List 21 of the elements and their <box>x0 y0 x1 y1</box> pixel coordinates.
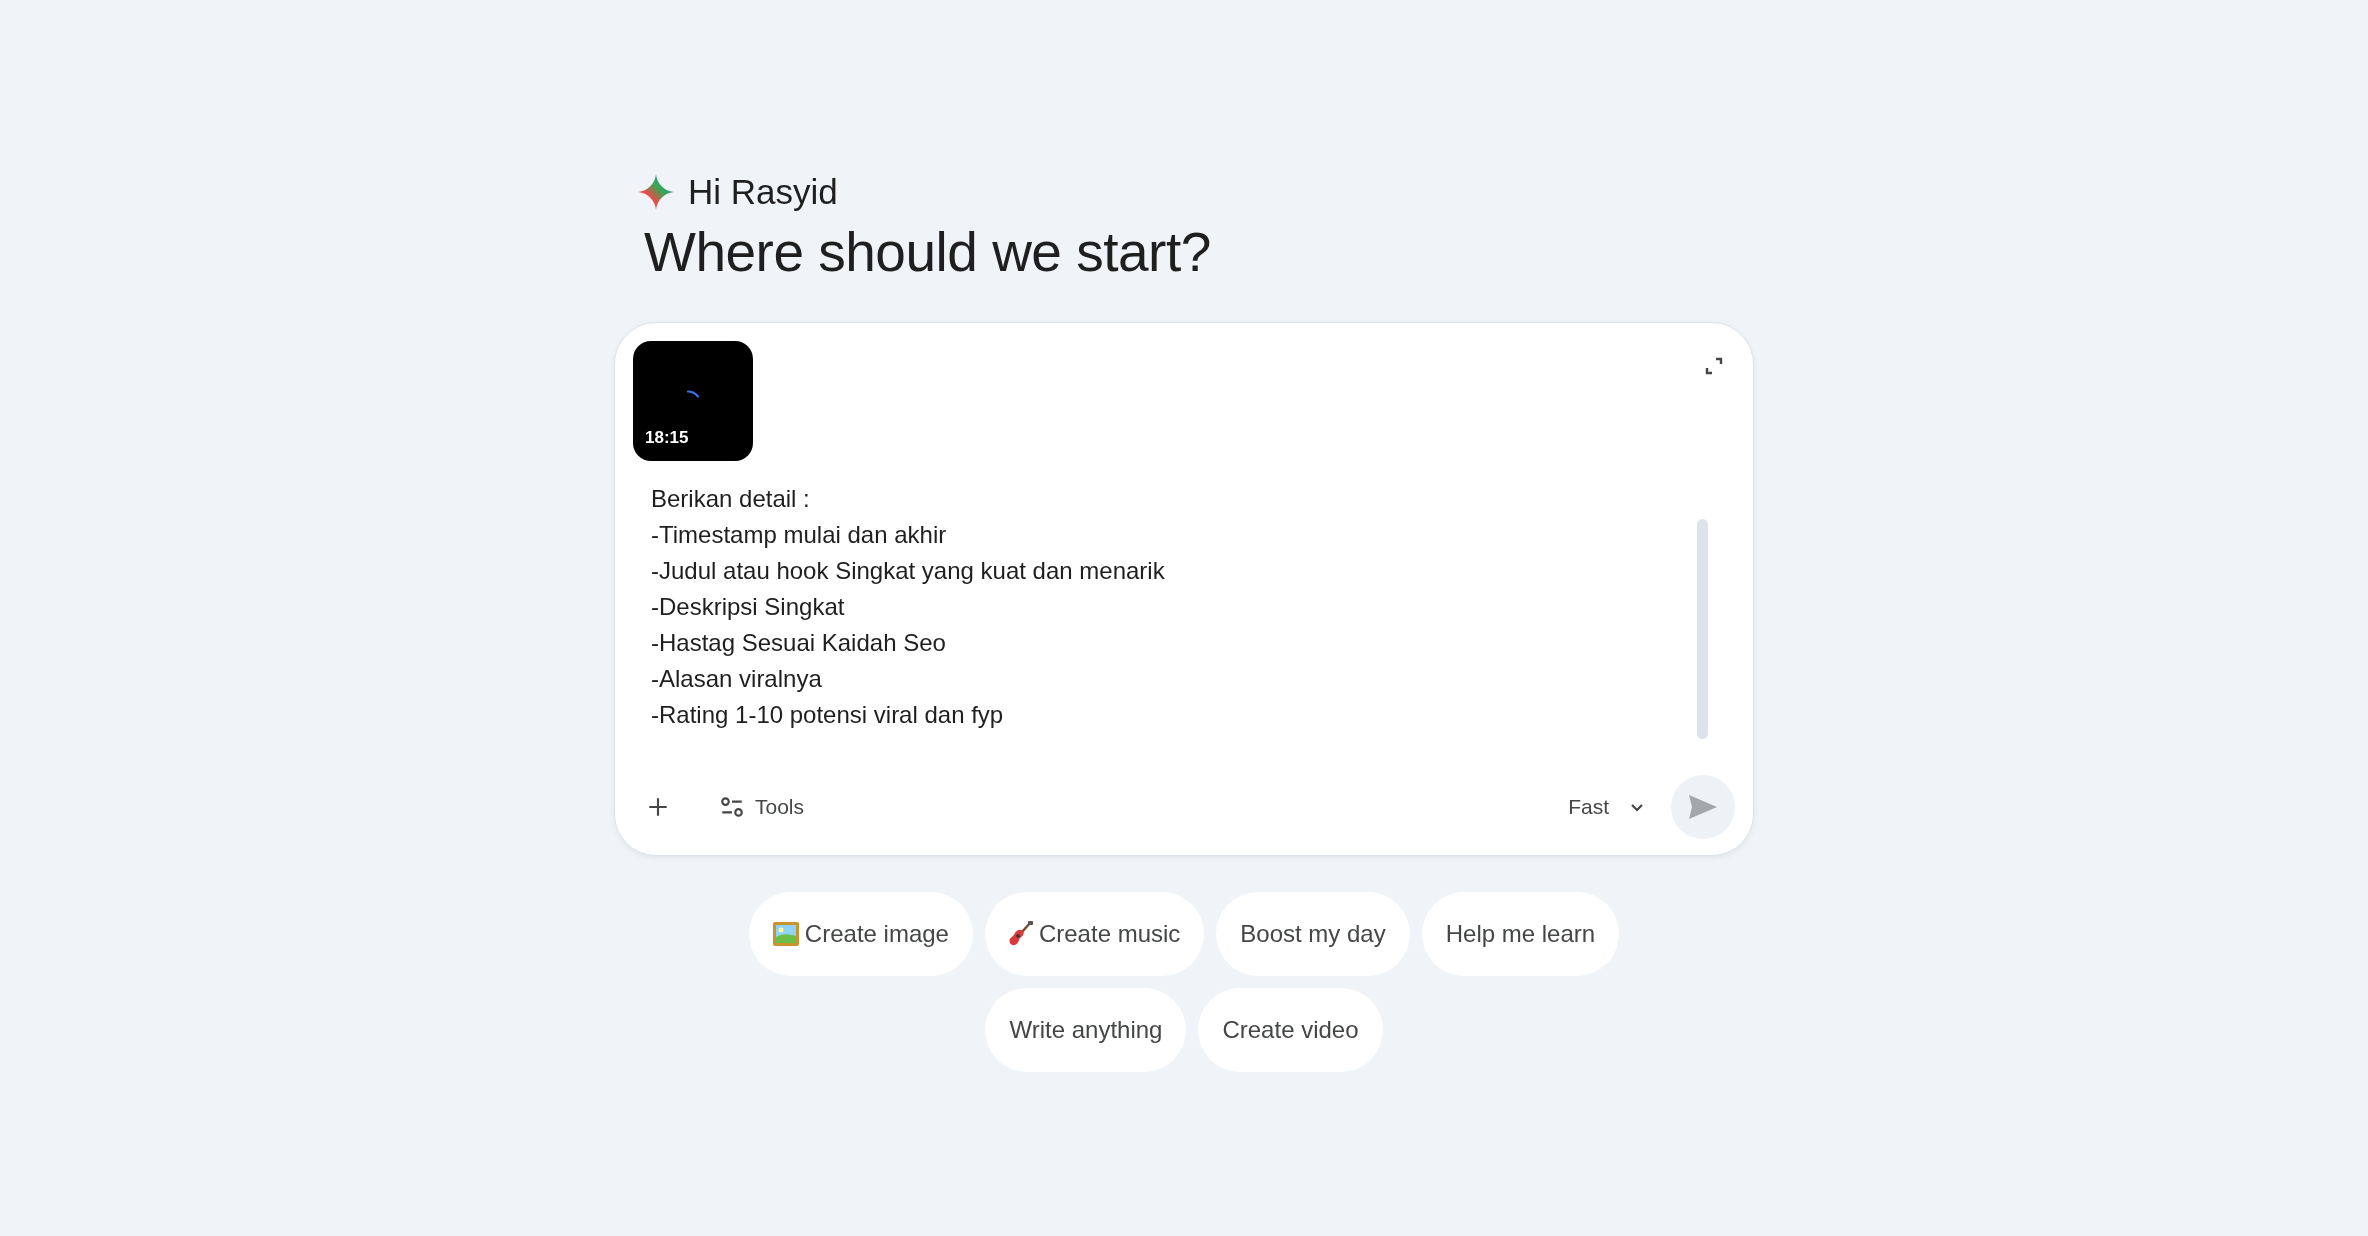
framed-picture-icon <box>772 922 799 946</box>
spinner-icon <box>687 390 699 398</box>
greeting: Hi Rasyid <box>688 172 838 212</box>
suggestion-chip[interactable]: Create image <box>748 892 973 976</box>
scrollbar-thumb[interactable] <box>1697 519 1708 739</box>
model-selector[interactable]: Fast <box>1556 787 1657 827</box>
sparkle-icon <box>638 174 674 210</box>
suggestion-chip[interactable]: Create music <box>984 892 1205 976</box>
suggestion-chip[interactable]: Write anything <box>985 988 1187 1072</box>
guitar-icon <box>1008 921 1033 947</box>
sliders-icon <box>719 794 745 820</box>
suggestion-chip[interactable]: Create video <box>1198 988 1383 1072</box>
suggestion-chip[interactable]: Help me learn <box>1421 892 1620 976</box>
suggestion-chip[interactable]: Boost my day <box>1216 892 1410 976</box>
prompt-field[interactable]: Berikan detail : -Timestamp mulai dan akhir -Judul atau hook Singkat yang kuat dan menarik -Deskripsi Singkat -Hastag Sesuai Kaidah Seo -Alasan viralnya -Rating 1-10 potensi viral dan fyp <box>633 481 1677 739</box>
tools-button[interactable]: Tools <box>707 786 817 828</box>
expand-icon <box>1705 357 1723 375</box>
send-icon <box>1688 794 1718 820</box>
page-heading: Where should we start? <box>644 220 1212 284</box>
video-duration: 18:15 <box>645 428 689 448</box>
video-thumbnail[interactable]: 18:15 <box>633 341 753 461</box>
